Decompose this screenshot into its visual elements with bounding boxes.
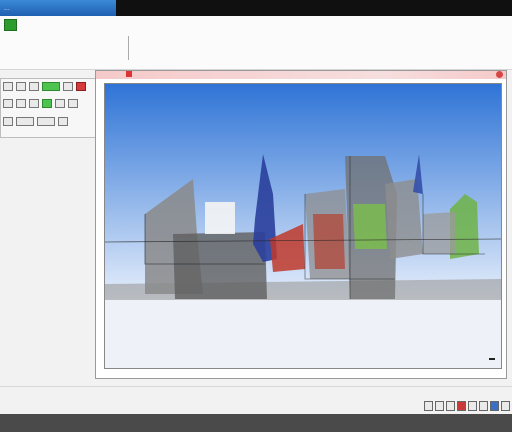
- status-icon[interactable]: [424, 401, 433, 411]
- app-title: ...: [0, 0, 116, 16]
- tool-button[interactable]: [55, 99, 65, 108]
- ground-plane: [105, 299, 501, 368]
- close-icon[interactable]: [496, 71, 503, 78]
- viewport-marker-icon: [126, 71, 132, 77]
- tool-button[interactable]: [3, 99, 13, 108]
- status-bar: [0, 386, 512, 414]
- app-icon[interactable]: [4, 19, 17, 31]
- viewport-window: [95, 70, 507, 379]
- tool-panel: [0, 78, 96, 138]
- viewport-titlebar[interactable]: [96, 71, 506, 79]
- tool-row: [3, 82, 86, 91]
- tool-button[interactable]: [42, 82, 60, 91]
- tool-button[interactable]: [3, 117, 13, 126]
- tool-button[interactable]: [16, 117, 34, 126]
- status-icon[interactable]: [490, 401, 499, 411]
- status-icon[interactable]: [435, 401, 444, 411]
- menu-separator: [128, 36, 129, 60]
- taskbar: [0, 414, 512, 432]
- tool-row: [3, 117, 68, 126]
- 3d-scene[interactable]: [105, 84, 501, 368]
- tool-button[interactable]: [29, 99, 39, 108]
- status-icon[interactable]: [501, 401, 510, 411]
- tool-button[interactable]: [3, 82, 13, 91]
- tool-button[interactable]: [68, 99, 78, 108]
- status-icon[interactable]: [468, 401, 477, 411]
- tool-button[interactable]: [37, 117, 55, 126]
- tool-button[interactable]: [42, 99, 52, 108]
- building-white: [205, 202, 235, 234]
- tool-button[interactable]: [29, 82, 39, 91]
- building-gray-far: [423, 212, 455, 254]
- title-bar: ...: [0, 0, 512, 16]
- tool-row: [3, 99, 78, 108]
- status-icon[interactable]: [446, 401, 455, 411]
- tool-button[interactable]: [58, 117, 68, 126]
- tool-button[interactable]: [76, 82, 86, 91]
- building-red-small: [313, 214, 345, 269]
- tool-button[interactable]: [16, 99, 26, 108]
- building-gray-dark: [173, 232, 267, 299]
- status-icon[interactable]: [457, 401, 466, 411]
- tool-button[interactable]: [63, 82, 73, 91]
- building-green: [353, 204, 387, 249]
- axis-marker: [489, 358, 495, 360]
- tool-button[interactable]: [16, 82, 26, 91]
- ribbon: [0, 16, 512, 70]
- 3d-viewport[interactable]: [104, 83, 502, 369]
- status-icon[interactable]: [479, 401, 488, 411]
- status-icons: [424, 401, 510, 411]
